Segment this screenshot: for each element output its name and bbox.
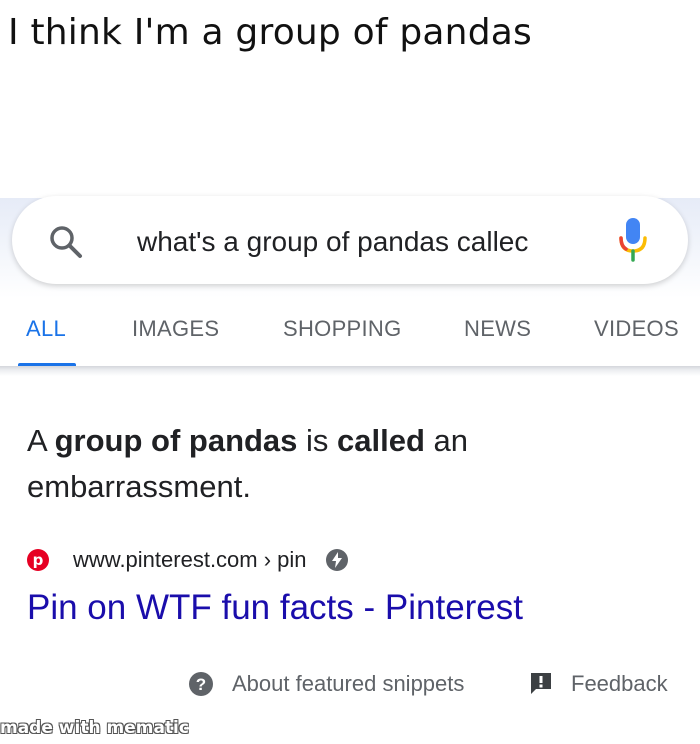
meme-caption: I think I'm a group of pandas	[8, 12, 532, 53]
tab-videos[interactable]: VIDEOS	[594, 316, 679, 342]
featured-snippet-answer: A group of pandas is called an embarrass…	[27, 418, 627, 510]
tab-images[interactable]: IMAGES	[132, 316, 219, 342]
tab-shopping[interactable]: SHOPPING	[283, 316, 402, 342]
question-circle-icon: ?	[189, 672, 213, 696]
answer-text: is	[297, 423, 338, 458]
feedback-label[interactable]: Feedback	[571, 671, 668, 697]
mic-icon[interactable]	[618, 216, 648, 264]
pinterest-logo-icon: p	[27, 549, 49, 571]
result-title-link[interactable]: Pin on WTF fun facts - Pinterest	[27, 588, 523, 628]
tab-all[interactable]: ALL	[26, 316, 66, 342]
search-icon[interactable]	[46, 222, 86, 262]
search-tabs: ALL IMAGES SHOPPING NEWS VIDEOS	[0, 300, 700, 372]
result-source[interactable]: p www.pinterest.com › pin	[27, 544, 349, 576]
feedback-icon	[531, 673, 551, 694]
feedback-link[interactable]: Feedback	[529, 668, 668, 700]
mematic-watermark: made with mematic	[0, 718, 189, 738]
tabs-divider	[0, 366, 700, 376]
source-url[interactable]: www.pinterest.com › pin	[73, 547, 307, 573]
amp-lightning-icon	[325, 549, 348, 571]
svg-text:?: ?	[196, 675, 206, 694]
answer-text: A	[27, 423, 55, 458]
about-featured-snippets[interactable]: ? About featured snippets	[188, 668, 464, 700]
answer-bold-text: called	[337, 423, 425, 458]
tab-news[interactable]: NEWS	[464, 316, 531, 342]
answer-bold-text: group of pandas	[54, 423, 298, 458]
about-label[interactable]: About featured snippets	[232, 671, 464, 697]
search-input[interactable]: what's a group of pandas callec	[137, 222, 573, 262]
